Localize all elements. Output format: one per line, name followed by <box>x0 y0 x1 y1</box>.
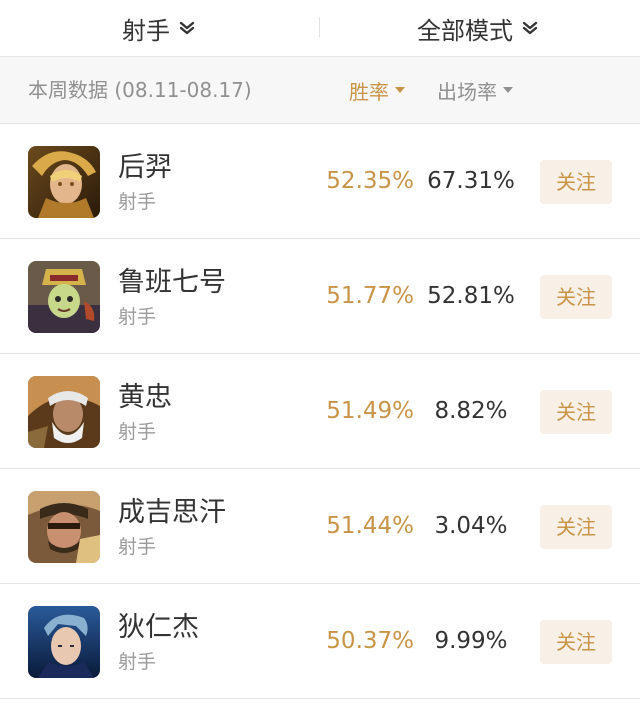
hero-name: 鲁班七号 <box>118 267 226 298</box>
mode-filter-label: 全部模式 <box>417 16 513 45</box>
sort-by-win-rate[interactable]: 胜率 <box>349 57 405 123</box>
hero-name: 黄忠 <box>118 382 172 413</box>
sort-bar: 本周数据 (08.11-08.17) 胜率 出场率 <box>0 57 640 124</box>
hero-row[interactable]: 鲁班七号 射手 51.77% 52.81% 关注 <box>0 239 640 354</box>
hero-role: 射手 <box>118 651 157 673</box>
sort-triangle-icon <box>503 87 513 93</box>
hero-row[interactable]: 狄仁杰 射手 50.37% 9.99% 关注 <box>0 584 640 699</box>
hero-role: 射手 <box>118 306 157 328</box>
hero-role: 射手 <box>118 191 157 213</box>
hero-avatar <box>28 376 100 448</box>
follow-button[interactable]: 关注 <box>540 275 612 319</box>
mode-filter-dropdown[interactable]: 全部模式 <box>417 0 539 56</box>
follow-button[interactable]: 关注 <box>540 505 612 549</box>
sort-triangle-icon <box>395 87 405 93</box>
sort-by-pick-rate[interactable]: 出场率 <box>437 57 513 123</box>
hero-portrait-icon <box>28 261 100 333</box>
hero-portrait-icon <box>28 146 100 218</box>
follow-button[interactable]: 关注 <box>540 620 612 664</box>
hero-portrait-icon <box>28 376 100 448</box>
hero-win-rate: 51.49% <box>326 398 414 424</box>
hero-portrait-icon <box>28 606 100 678</box>
hero-win-rate: 50.37% <box>326 628 414 654</box>
hero-avatar <box>28 606 100 678</box>
filter-divider <box>319 17 320 37</box>
hero-row[interactable]: 后羿 射手 52.35% 67.31% 关注 <box>0 124 640 239</box>
chevron-down-icon <box>179 21 195 35</box>
hero-pick-rate: 9.99% <box>434 628 508 654</box>
hero-win-rate: 52.35% <box>326 168 414 194</box>
win-rate-sort-label: 胜率 <box>349 79 389 104</box>
hero-pick-rate: 67.31% <box>427 168 515 194</box>
follow-button[interactable]: 关注 <box>540 160 612 204</box>
chevron-down-icon <box>522 21 538 35</box>
hero-avatar <box>28 261 100 333</box>
hero-role: 射手 <box>118 421 157 443</box>
hero-pick-rate: 8.82% <box>434 398 508 424</box>
hero-name: 后羿 <box>118 152 172 183</box>
hero-avatar <box>28 491 100 563</box>
hero-portrait-icon <box>28 491 100 563</box>
hero-name: 狄仁杰 <box>118 612 199 643</box>
hero-row[interactable]: 黄忠 射手 51.49% 8.82% 关注 <box>0 354 640 469</box>
role-filter-label: 射手 <box>122 16 170 45</box>
hero-name: 成吉思汗 <box>118 497 226 528</box>
hero-win-rate: 51.77% <box>326 283 414 309</box>
role-filter-dropdown[interactable]: 射手 <box>122 0 196 56</box>
hero-win-rate: 51.44% <box>326 513 414 539</box>
data-period-label: 本周数据 (08.11-08.17) <box>28 78 252 102</box>
hero-pick-rate: 3.04% <box>434 513 508 539</box>
hero-pick-rate: 52.81% <box>427 283 515 309</box>
follow-button[interactable]: 关注 <box>540 390 612 434</box>
hero-role: 射手 <box>118 536 157 558</box>
hero-avatar <box>28 146 100 218</box>
hero-list: 后羿 射手 52.35% 67.31% 关注 鲁班七号 射手 51.77% 52… <box>0 124 640 699</box>
hero-row[interactable]: 成吉思汗 射手 51.44% 3.04% 关注 <box>0 469 640 584</box>
pick-rate-sort-label: 出场率 <box>437 79 497 104</box>
filter-bar: 射手 全部模式 <box>0 0 640 57</box>
